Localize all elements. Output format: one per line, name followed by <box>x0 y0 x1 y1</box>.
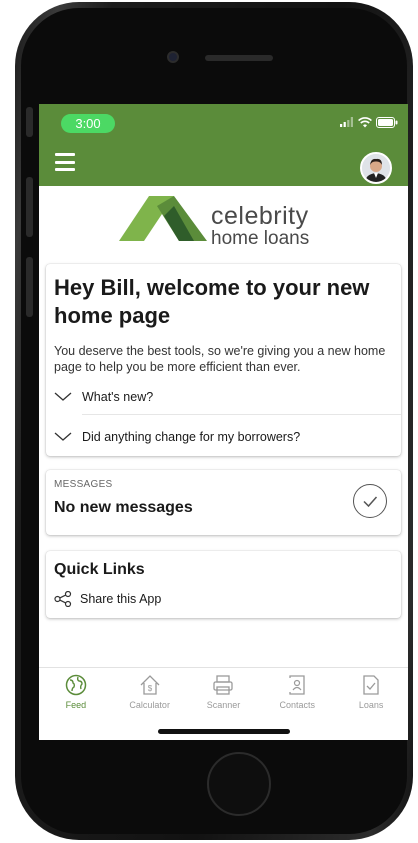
signal-icon <box>340 117 353 127</box>
status-bar: 3:00 <box>39 104 408 138</box>
earpiece-speaker <box>205 55 273 61</box>
quick-links-title: Quick Links <box>54 561 145 578</box>
avatar-icon <box>362 154 390 182</box>
tab-label: Calculator <box>129 700 170 710</box>
tab-feed[interactable]: Feed <box>41 674 111 717</box>
status-time: 3:00 <box>61 114 115 133</box>
wifi-icon <box>358 116 372 127</box>
bottom-tab-bar: Feed $ Calculator Scanner Contacts Loans <box>39 667 408 717</box>
globe-icon <box>65 674 87 696</box>
svg-text:$: $ <box>147 684 152 693</box>
divider <box>82 414 401 415</box>
tab-contacts[interactable]: Contacts <box>262 674 332 717</box>
faq-label: Did anything change for my borrowers? <box>82 430 301 444</box>
messages-card[interactable]: MESSAGES No new messages <box>46 470 401 535</box>
app-screen: 3:00 celebrity home loans Hey Bill, welc… <box>39 104 408 740</box>
tab-label: Scanner <box>206 700 241 710</box>
brand-name: celebrity <box>211 202 309 230</box>
tab-calculator[interactable]: $ Calculator <box>115 674 185 717</box>
home-button[interactable] <box>207 752 271 816</box>
status-icons <box>340 114 398 130</box>
tab-scanner[interactable]: Scanner <box>188 674 258 717</box>
volume-down-button <box>26 257 33 317</box>
app-header <box>39 138 408 186</box>
chevron-down-icon <box>54 432 72 441</box>
contacts-icon <box>289 675 305 695</box>
home-indicator <box>158 729 290 734</box>
messages-header: MESSAGES <box>54 479 113 490</box>
welcome-body: You deserve the best tools, so we're giv… <box>54 344 386 374</box>
share-app-link[interactable]: Share this App <box>54 589 161 609</box>
front-camera <box>167 51 179 63</box>
faq-whats-new[interactable]: What's new? <box>54 386 394 408</box>
loans-icon <box>363 675 379 695</box>
share-icon <box>54 591 72 607</box>
welcome-title: Hey Bill, welcome to your new home page <box>54 275 370 328</box>
mute-switch <box>26 107 33 137</box>
volume-up-button <box>26 177 33 237</box>
stage: 3:00 celebrity home loans Hey Bill, welc… <box>0 0 418 843</box>
logo-mark-icon <box>119 196 207 241</box>
welcome-card: Hey Bill, welcome to your new home page … <box>46 264 401 456</box>
chevron-down-icon <box>54 392 72 401</box>
tab-label: Contacts <box>279 700 316 710</box>
tab-label: Loans <box>358 700 384 710</box>
calculator-icon: $ <box>140 675 160 695</box>
battery-icon <box>376 116 398 128</box>
brand-logo: celebrity home loans <box>119 194 329 254</box>
faq-borrowers[interactable]: Did anything change for my borrowers? <box>54 426 394 448</box>
profile-avatar[interactable] <box>360 152 392 184</box>
menu-icon[interactable] <box>55 153 75 171</box>
tab-loans[interactable]: Loans <box>336 674 406 717</box>
messages-status: No new messages <box>54 499 193 516</box>
check-circle-icon <box>353 484 387 518</box>
scanner-icon <box>213 675 234 695</box>
brand-subtitle: home loans <box>211 228 310 249</box>
faq-label: What's new? <box>82 390 154 404</box>
share-app-label: Share this App <box>80 592 162 606</box>
quick-links-card: Quick Links Share this App <box>46 551 401 618</box>
tab-label: Feed <box>65 700 87 710</box>
